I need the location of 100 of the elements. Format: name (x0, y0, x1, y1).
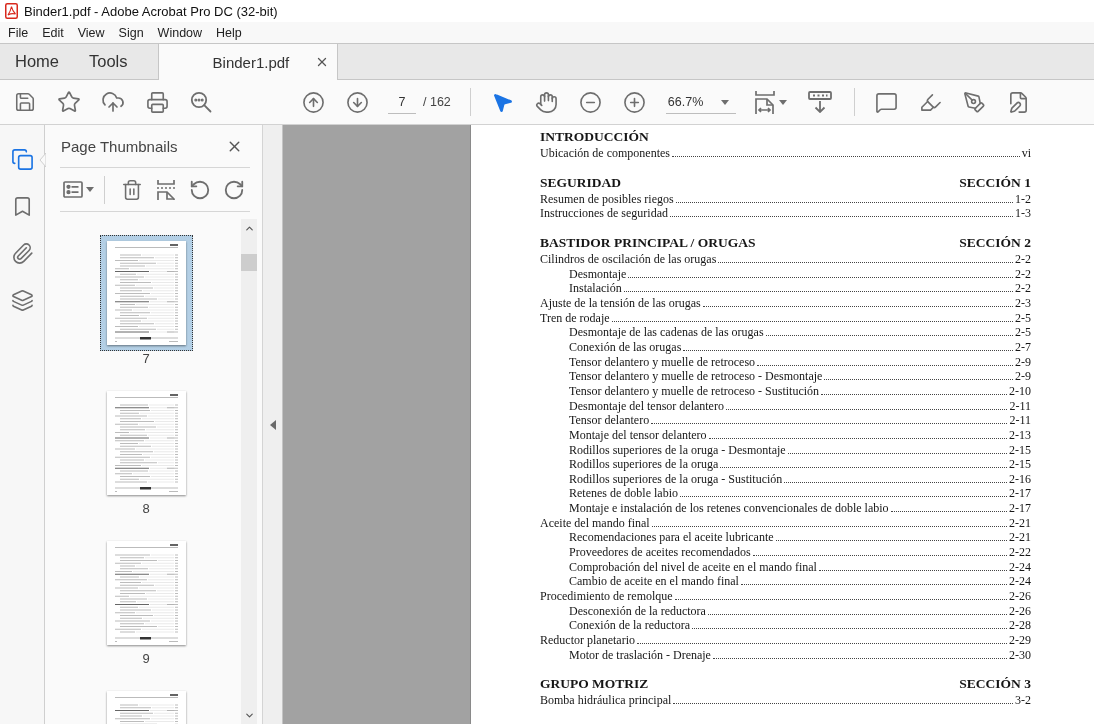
trash-icon (121, 178, 143, 201)
entry-title: Bomba hidráulica principal (540, 693, 672, 708)
zoom-in-icon (623, 90, 647, 114)
window-title: Binder1.pdf - Adobe Acrobat Pro DC (32-bit) (24, 3, 278, 19)
menu-item[interactable]: Edit (35, 22, 71, 43)
page-number: 2-11 (1009, 413, 1031, 428)
save-icon (14, 91, 36, 113)
caret-icon (85, 187, 94, 192)
page-number: 2-5 (1015, 310, 1031, 326)
section-title: SEGURIDAD (540, 173, 621, 192)
layers-icon (10, 289, 34, 312)
entry-title: Montaje e instalación de los retenes convencionales de doble labio (569, 501, 889, 516)
section-number: SECCIÓN 3 (959, 675, 1031, 694)
entry-title: Cambio de aceite en el mando final (569, 574, 739, 590)
entry-title: Instrucciones de seguridad (540, 206, 668, 221)
entry-title: Tensor delantero y muelle de retroceso - Desmontaje (569, 369, 823, 384)
entry-title: Conexión de la reductora (569, 618, 690, 634)
scrollbar[interactable] (241, 219, 257, 724)
entry-title: Reductor planetario (540, 633, 635, 648)
menu-item[interactable]: File (1, 22, 36, 43)
entry-title: Rodillos superiores de la oruga - Sustitución (569, 471, 783, 487)
panel-title: Page Thumbnails (61, 137, 178, 155)
page-number: 2-21 (1009, 515, 1031, 531)
page-number: 2-24 (1009, 574, 1031, 590)
entry-title: Comprobación del nivel de aceite en el mando final (569, 559, 817, 575)
page-label: 7 (142, 351, 150, 367)
section-title: GRUPO MOTRIZ (540, 675, 649, 694)
page-number: 2-7 (1015, 339, 1031, 355)
section-number: SECCIÓN 2 (959, 233, 1031, 252)
page-number: 2-2 (1015, 266, 1031, 282)
page-label: 8 (142, 501, 150, 517)
menu-item[interactable]: Window (150, 22, 210, 43)
page-number: 2-15 (1009, 457, 1031, 472)
fit-width-icon (754, 90, 775, 114)
entry-title: Tensor delantero y muelle de retroceso (569, 354, 756, 370)
section-title: INTRODUCCIÓN (540, 128, 649, 146)
entry-title: Proveedores de aceites recomendados (569, 545, 751, 560)
document-tab[interactable]: Binder1.pdf (157, 44, 338, 80)
page-number: 2-17 (1009, 501, 1031, 516)
page-number: 2-13 (1009, 427, 1031, 443)
menu-item[interactable]: Sign (111, 22, 151, 43)
entry-title: Ubicación de componentes (540, 146, 670, 161)
page-number: 2-16 (1009, 471, 1031, 487)
page-number: 2-29 (1009, 633, 1031, 648)
selected-thumbnail-frame[interactable] (99, 235, 193, 351)
menu-item[interactable]: View (70, 22, 112, 43)
extract-pages-icon (156, 178, 176, 201)
entry-title: Rodillos superiores de la oruga (569, 457, 719, 472)
tab[interactable]: Tools (74, 44, 143, 79)
list-options-icon (62, 181, 83, 198)
page-number: 2-11 (1009, 398, 1031, 414)
entry-title: Tensor delantero (569, 413, 650, 428)
scroll-mode-icon (807, 91, 832, 113)
page-thumbnail[interactable] (106, 391, 186, 495)
printer-icon (145, 90, 169, 114)
scrollbar-thumb[interactable] (241, 254, 257, 271)
page-number: 2-22 (1009, 545, 1031, 560)
page-number: 2-17 (1009, 486, 1031, 502)
rotate-right-icon (223, 178, 245, 201)
entry-title: Tren de rodaje (540, 310, 610, 326)
entry-title: Aceite del mando final (540, 515, 650, 531)
entry-title: Retenes de doble labio (569, 486, 678, 502)
section-title: BASTIDOR PRINCIPAL / ORUGAS (540, 233, 756, 252)
entry-title: Instalación (569, 281, 622, 296)
entry-title: Procedimiento de remolque (540, 589, 673, 604)
tab[interactable]: Home (0, 44, 74, 79)
hand-icon (535, 90, 559, 114)
entry-title: Rodillos superiores de la oruga - Desmontaje (569, 442, 786, 458)
entry-title: Montaje del tensor delantero (569, 427, 707, 443)
page-thumbnail[interactable] (106, 541, 186, 645)
entry-title: Tensor delantero y muelle de retroceso - Sustitución (569, 383, 820, 399)
pdf-file-icon (5, 3, 18, 19)
pen-nib-icon (963, 90, 987, 114)
collapse-arrow-icon (269, 419, 276, 430)
page-number: 1-3 (1015, 206, 1031, 221)
entry-title: Ajuste de la tensión de las orugas (540, 295, 701, 311)
entry-title: Conexión de las orugas (569, 339, 682, 355)
page-count: / 162 (423, 95, 451, 109)
page-number: 2-26 (1009, 603, 1031, 619)
page-number: 1-2 (1015, 191, 1031, 207)
page-number: 2-21 (1009, 530, 1031, 546)
star-icon (57, 90, 81, 114)
page-number: 2-9 (1015, 354, 1031, 370)
menu-item[interactable]: Help (209, 22, 249, 43)
arrow-down-circle-icon (345, 90, 369, 114)
caret-icon (720, 99, 729, 105)
zoom-field[interactable]: 66.7% (665, 90, 736, 114)
page-number: 2-24 (1009, 559, 1031, 575)
page-thumbnail[interactable] (106, 241, 186, 345)
page-number: 2-3 (1015, 295, 1031, 311)
page-number: 2-2 (1015, 251, 1031, 267)
page-number-field[interactable]: 7 (388, 90, 416, 114)
rotate-left-icon (189, 178, 211, 201)
search-icon (190, 91, 212, 113)
section-number: SECCIÓN 1 (959, 173, 1031, 192)
page-number: 2-9 (1015, 369, 1031, 384)
page-number: 2-5 (1015, 325, 1031, 340)
entry-title: Recomendaciones para el aceite lubricante (569, 530, 774, 546)
entry-title: Motor de traslación - Drenaje (569, 647, 711, 663)
page-number: 2-10 (1009, 383, 1031, 399)
